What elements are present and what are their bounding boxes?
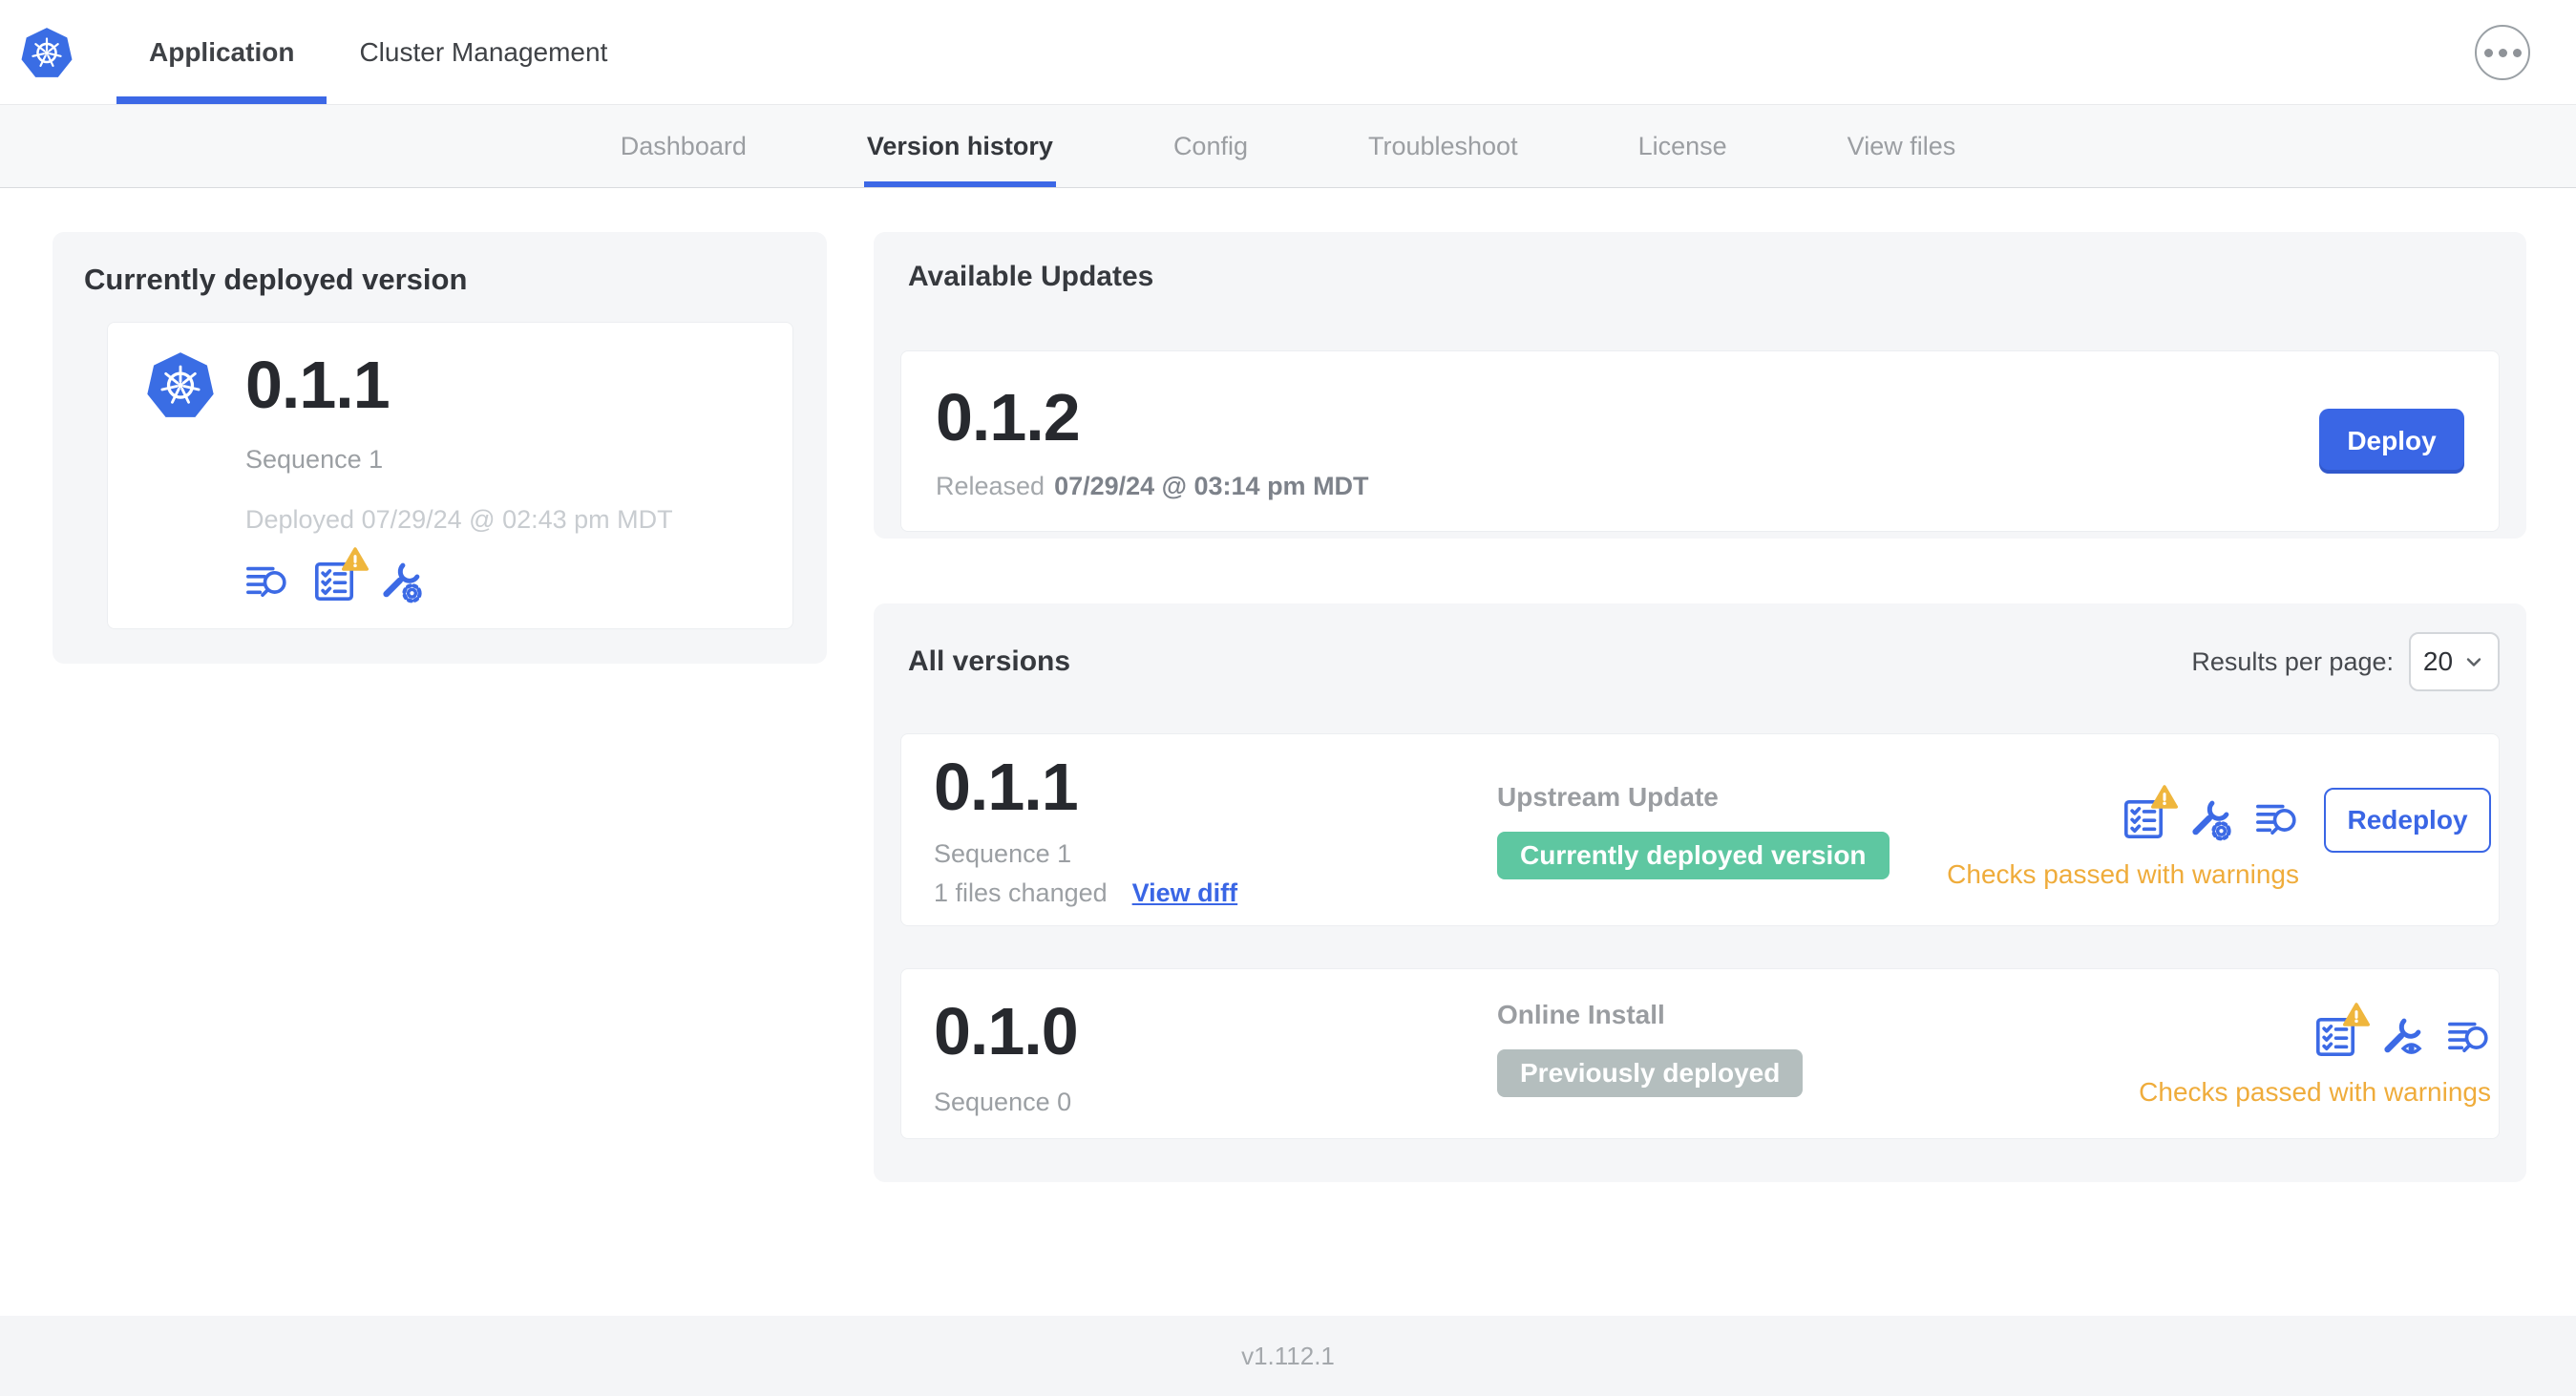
- top-tab-cluster-management[interactable]: Cluster Management: [327, 0, 640, 104]
- released-label: Released: [936, 471, 1045, 500]
- released-date: 07/29/24 @ 03:14 pm MDT: [1054, 471, 1369, 500]
- available-updates-card: Available Updates 0.1.2 Released 07/29/24…: [874, 232, 2526, 539]
- current-version-actions: [245, 560, 764, 603]
- ellipsis-icon: [2483, 48, 2493, 57]
- version-source-label: Online Install: [1497, 1000, 1665, 1029]
- currently-deployed-panel: 0.1.1 Sequence 1 Deployed 07/29/24 @ 02:…: [107, 322, 793, 629]
- tab-view-files[interactable]: View files: [1848, 105, 1956, 187]
- row-sequence: Sequence 1: [934, 839, 1072, 868]
- results-per-page-select[interactable]: 20: [2409, 632, 2500, 691]
- chevron-down-icon: [2462, 650, 2485, 673]
- status-badge: Currently deployed version: [1497, 832, 1890, 879]
- version-row: 0.1.1 Sequence 1 1 files changed View di…: [900, 733, 2500, 926]
- available-updates-title: Available Updates: [908, 261, 1154, 292]
- row-version-number: 0.1.0: [934, 994, 1079, 1068]
- console-version: v1.112.1: [1241, 1341, 1335, 1370]
- preflight-checks-icon[interactable]: [2313, 1015, 2357, 1059]
- current-version-number: 0.1.1: [245, 348, 391, 422]
- top-tab-application-label: Application: [149, 36, 295, 67]
- top-tab-cluster-management-label: Cluster Management: [359, 36, 608, 67]
- edit-config-icon[interactable]: [2188, 797, 2232, 841]
- view-logs-icon[interactable]: [2255, 797, 2299, 841]
- top-tab-application[interactable]: Application: [116, 0, 327, 104]
- preflight-checks-icon[interactable]: [312, 560, 356, 603]
- top-nav-tabs: Application Cluster Management: [116, 0, 640, 104]
- warning-icon: [342, 547, 369, 571]
- tab-license[interactable]: License: [1638, 105, 1727, 187]
- row-action-icons: [2122, 797, 2299, 841]
- view-diff-link[interactable]: View diff: [1132, 878, 1238, 908]
- status-badge: Previously deployed: [1497, 1049, 1804, 1097]
- tab-config[interactable]: Config: [1173, 105, 1248, 187]
- edit-config-icon[interactable]: [379, 560, 423, 603]
- available-update-row: 0.1.2 Released 07/29/24 @ 03:14 pm MDT De…: [900, 350, 2500, 532]
- current-version-deployed-at: Deployed 07/29/24 @ 02:43 pm MDT: [245, 505, 673, 534]
- view-config-icon[interactable]: [2380, 1015, 2424, 1059]
- top-nav: Application Cluster Management: [0, 0, 2576, 105]
- kots-admin-console: Application Cluster Management Dashboard…: [0, 0, 2576, 1396]
- preflight-checks-icon[interactable]: [2122, 797, 2165, 841]
- tab-dashboard[interactable]: Dashboard: [621, 105, 747, 187]
- view-logs-icon[interactable]: [245, 560, 289, 603]
- row-action-icons: [2313, 1015, 2491, 1059]
- version-source-label: Upstream Update: [1497, 782, 1719, 812]
- tab-troubleshoot[interactable]: Troubleshoot: [1368, 105, 1518, 187]
- kubernetes-logo-icon: [19, 24, 74, 81]
- results-per-page-label: Results per page:: [2191, 646, 2394, 676]
- results-per-page-value: 20: [2422, 646, 2454, 676]
- version-row: 0.1.0 Sequence 0 Online Install Previous…: [900, 968, 2500, 1139]
- update-version-number: 0.1.2: [936, 379, 1081, 455]
- all-versions-header: All versions Results per page: 20: [874, 603, 2526, 691]
- files-changed-text: 1 files changed: [934, 878, 1108, 907]
- all-versions-card: All versions Results per page: 20 0.1.1 …: [874, 603, 2526, 1182]
- results-per-page: Results per page: 20: [2191, 632, 2500, 691]
- row-version-number: 0.1.1: [934, 750, 1079, 824]
- view-logs-icon[interactable]: [2447, 1015, 2491, 1059]
- deploy-button[interactable]: Deploy: [2319, 409, 2464, 474]
- current-version-sequence: Sequence 1: [245, 445, 384, 474]
- overflow-menu-button[interactable]: [2475, 25, 2530, 80]
- app-logo-kubernetes-icon: [144, 348, 217, 422]
- checks-status-text: Checks passed with warnings: [2139, 1077, 2491, 1107]
- app-sub-nav: Dashboard Version history Config Trouble…: [0, 105, 2576, 188]
- currently-deployed-card: Currently deployed version 0.1.1 Sequenc…: [53, 232, 827, 664]
- redeploy-button[interactable]: Redeploy: [2324, 788, 2491, 853]
- checks-status-text: Checks passed with warnings: [1947, 859, 2299, 889]
- all-versions-title: All versions: [908, 645, 1071, 677]
- row-sequence: Sequence 0: [934, 1088, 1072, 1116]
- page-footer: v1.112.1: [0, 1316, 2576, 1396]
- warning-icon: [2151, 785, 2178, 809]
- currently-deployed-title: Currently deployed version: [84, 263, 468, 296]
- tab-version-history[interactable]: Version history: [863, 105, 1057, 187]
- warning-icon: [2343, 1003, 2370, 1026]
- update-released-line: Released 07/29/24 @ 03:14 pm MDT: [936, 471, 1369, 500]
